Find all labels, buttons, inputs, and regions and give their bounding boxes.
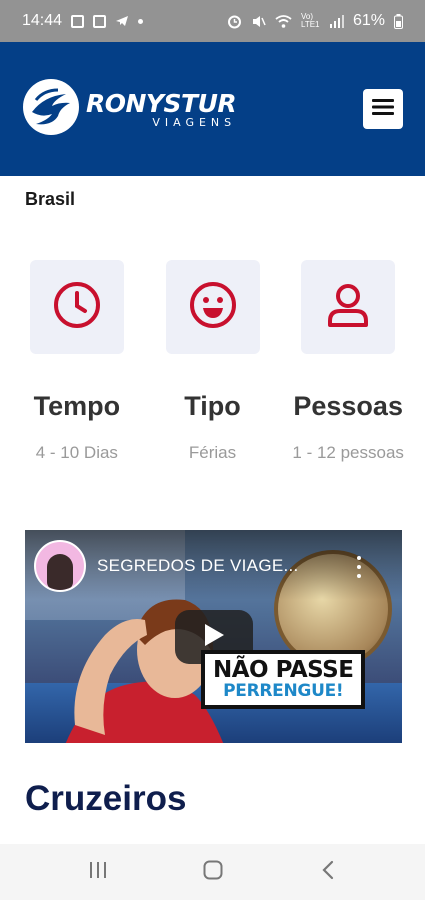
recent-apps-icon [88,861,108,884]
clock-icon [53,281,101,334]
caption-line-2: PERRENGUE! [223,681,344,701]
user-icon [324,281,372,334]
section-heading: Cruzeiros [25,779,187,818]
site-header: RONYSTUR VIAGENS [0,42,425,176]
gallery-icon [71,14,85,28]
battery-percent: 61% [352,12,385,29]
play-icon [203,623,225,652]
feature-pessoas: Pessoas 1 - 12 pessoas [280,260,416,472]
feature-value: 4 - 10 Dias [35,443,118,462]
feature-value: 1 - 12 pessoas [292,443,404,462]
channel-avatar[interactable] [34,540,86,592]
feature-title: Tipo [184,391,241,421]
u-icon [93,14,107,28]
caption-line-1: NÃO PASSE [213,657,354,683]
back-icon [321,860,335,885]
more-options-icon[interactable] [354,556,364,578]
smile-icon [189,281,237,334]
brand-subtitle: VIAGENS [152,115,237,129]
menu-button[interactable] [363,89,403,129]
breadcrumb[interactable]: Brasil [25,189,75,210]
home-icon [203,860,223,885]
feature-value: Férias [188,443,237,462]
feature-title: Pessoas [293,391,403,421]
feature-icon-box [301,260,396,354]
video-title[interactable]: SEGREDOS DE VIAGE... [97,556,299,576]
telegram-icon [115,14,129,28]
logo-emblem-icon [22,78,80,141]
trip-features: Tempo 4 - 10 Dias Tipo Férias Pessoas 1 … [0,260,425,472]
mute-icon [251,14,266,29]
status-time: 14:44 [22,12,63,29]
feature-title: Tempo [33,391,121,421]
recent-apps-button[interactable] [78,852,118,892]
feature-icon-box [165,260,260,354]
feature-tempo: Tempo 4 - 10 Dias [9,260,145,472]
home-button[interactable] [193,852,233,892]
wifi-icon [275,14,292,28]
lte-icon: Vo) LTE1 [300,12,320,29]
signal-icon [329,14,344,28]
battery-icon [394,13,403,29]
notification-dot-icon [138,18,144,24]
system-nav-bar [0,844,425,900]
back-button[interactable] [308,852,348,892]
feature-icon-box [29,260,124,354]
hamburger-icon [372,98,394,121]
video-embed[interactable]: SEGREDOS DE VIAGE... NÃO PASSE PERRENGUE… [25,530,402,743]
video-thumbnail-caption: NÃO PASSE PERRENGUE! [201,650,366,709]
alarm-icon [227,14,242,29]
feature-tipo: Tipo Férias [145,260,281,472]
status-bar: 14:44 Vo) LTE1 61% [0,0,425,42]
brand-logo[interactable]: RONYSTUR VIAGENS [22,78,237,141]
brand-name: RONYSTUR [86,88,237,118]
